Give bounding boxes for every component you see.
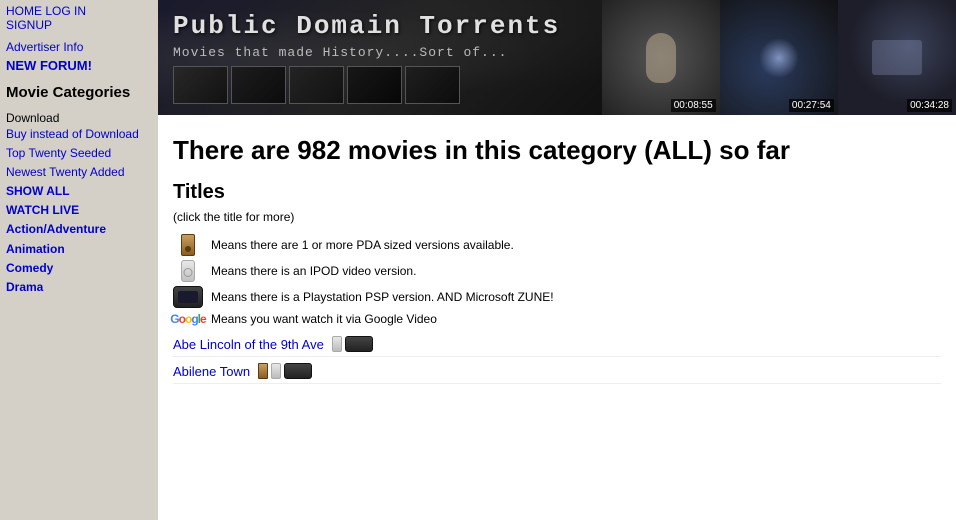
movie-ipod-icon-1 [332, 336, 342, 352]
main-content: Public Domain Torrents Movies that made … [158, 0, 956, 520]
video-thumb-2 [720, 0, 838, 115]
google-legend-text: Means you want watch it via Google Video [211, 312, 437, 326]
legend-google-row: Google Means you want watch it via Googl… [173, 312, 941, 326]
movie-icons-2 [258, 363, 312, 379]
film-thumb-3 [289, 66, 344, 104]
psp-icon-container [173, 286, 203, 308]
psp-legend-text: Means there is a Playstation PSP version… [211, 290, 554, 304]
sidebar-item-newest-twenty[interactable]: Newest Twenty Added [6, 163, 152, 182]
video-thumb-3 [838, 0, 956, 115]
signup-link[interactable]: SIGNUP [6, 18, 52, 32]
movie-title-abilene-town[interactable]: Abilene Town [173, 364, 250, 379]
sidebar-item-animation[interactable]: Animation [6, 240, 152, 259]
circle-light-2 [759, 38, 799, 78]
sidebar-item-comedy[interactable]: Comedy [6, 259, 152, 278]
table-row: Abilene Town [173, 363, 941, 384]
movie-categories-heading: Movie Categories [6, 83, 152, 103]
psp-icon [173, 286, 203, 308]
movie-title-abe-lincoln[interactable]: Abe Lincoln of the 9th Ave [173, 337, 324, 352]
titles-heading: Titles [173, 181, 941, 204]
banner-title: Public Domain Torrents [173, 11, 587, 41]
sidebar-item-buy-instead[interactable]: Buy instead of Download [6, 125, 152, 144]
video-decoration-3 [872, 40, 922, 75]
sidebar-item-drama[interactable]: Drama [6, 278, 152, 297]
film-thumb-1 [173, 66, 228, 104]
banner-left: Public Domain Torrents Movies that made … [158, 0, 602, 115]
sidebar-item-top-twenty-seeded[interactable]: Top Twenty Seeded [6, 144, 152, 163]
pda-icon [181, 234, 195, 256]
google-icon: Google [170, 312, 205, 326]
table-row: Abe Lincoln of the 9th Ave [173, 336, 941, 357]
banner-film-strip [173, 66, 587, 104]
banner-video-2: 00:27:54 [720, 0, 838, 115]
sidebar-item-action-adventure[interactable]: Action/Adventure [6, 220, 152, 239]
video-duration-3: 00:34:28 [907, 99, 952, 112]
content-area: There are 982 movies in this category (A… [158, 115, 956, 400]
advertiser-info-link[interactable]: Advertiser Info [6, 40, 152, 54]
movie-icons-1 [332, 336, 373, 352]
video-thumb-1 [602, 0, 720, 115]
movie-list: Abe Lincoln of the 9th Ave Abilene Town [173, 336, 941, 384]
top-nav-links: HOME LOG IN SIGNUP [6, 4, 152, 32]
page-title: There are 982 movies in this category (A… [173, 135, 941, 166]
header-banner: Public Domain Torrents Movies that made … [158, 0, 956, 115]
click-hint: (click the title for more) [173, 210, 941, 224]
banner-video-3: 00:34:28 [838, 0, 956, 115]
legend: Means there are 1 or more PDA sized vers… [173, 234, 941, 326]
ipod-icon-container [173, 260, 203, 282]
legend-psp-row: Means there is a Playstation PSP version… [173, 286, 941, 308]
sidebar-nav: Download Buy instead of Download Top Twe… [6, 111, 152, 298]
sidebar-item-show-all[interactable]: SHOW ALL [6, 182, 152, 201]
ipod-legend-text: Means there is an IPOD video version. [211, 264, 416, 278]
movie-psp-icon-2 [284, 363, 312, 379]
pda-legend-text: Means there are 1 or more PDA sized vers… [211, 238, 514, 252]
banner-subtitle: Movies that made History....Sort of... [173, 45, 587, 60]
banner-video-1: 00:08:55 [602, 0, 720, 115]
film-thumb-4 [347, 66, 402, 104]
sidebar: HOME LOG IN SIGNUP Advertiser Info NEW F… [0, 0, 158, 520]
movie-pda-icon-2 [258, 363, 268, 379]
login-link[interactable]: LOG IN [45, 4, 86, 18]
legend-ipod-row: Means there is an IPOD video version. [173, 260, 941, 282]
new-forum-link[interactable]: NEW FORUM! [6, 58, 152, 73]
ipod-icon [181, 260, 195, 282]
movie-psp-icon-1 [345, 336, 373, 352]
face-decoration-1 [646, 33, 676, 83]
home-link[interactable]: HOME [6, 4, 42, 18]
video-duration-2: 00:27:54 [789, 99, 834, 112]
sidebar-item-watch-live[interactable]: WATCH LIVE [6, 201, 152, 220]
legend-pda-row: Means there are 1 or more PDA sized vers… [173, 234, 941, 256]
google-icon-container: Google [173, 312, 203, 326]
pda-icon-container [173, 234, 203, 256]
film-thumb-2 [231, 66, 286, 104]
video-duration-1: 00:08:55 [671, 99, 716, 112]
download-label: Download [6, 111, 59, 125]
movie-ipod-icon-2 [271, 363, 281, 379]
film-thumb-5 [405, 66, 460, 104]
